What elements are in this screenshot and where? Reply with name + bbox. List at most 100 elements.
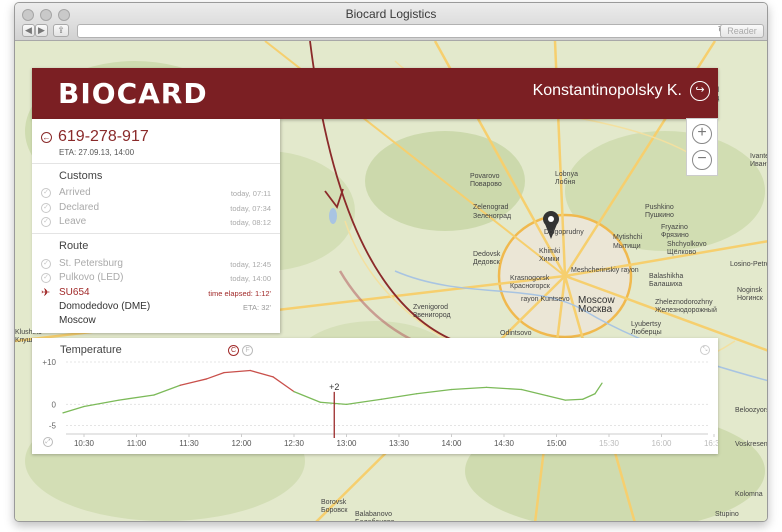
x-tick-label: 14:00 bbox=[441, 439, 462, 448]
map-label: Zvenigorod bbox=[413, 304, 449, 311]
y-tick-label: +10 bbox=[42, 358, 56, 367]
marker-label: +2 bbox=[329, 382, 339, 392]
check-icon: ✓ bbox=[41, 273, 51, 283]
map-label: Beloozyorsky bbox=[735, 407, 767, 414]
title-bar: Biocard Logistics ◀ ▶ ⇪ ↻ Reader bbox=[15, 3, 767, 41]
x-tick-label: 15:30 bbox=[599, 439, 620, 448]
y-tick-label: 0 bbox=[52, 400, 57, 409]
temperature-line-segment bbox=[293, 390, 321, 403]
temperature-line-segment bbox=[594, 382, 603, 395]
customs-item-time: today, 07:34 bbox=[230, 204, 271, 213]
app-header: BIOCARD Konstantinopolsky K. ↪ bbox=[32, 68, 718, 119]
map-label: Звенигород bbox=[413, 312, 451, 319]
x-tick-label: 12:30 bbox=[284, 439, 305, 448]
map-label: Балашиха bbox=[649, 281, 683, 288]
biocard-logo[interactable]: BIOCARD bbox=[58, 77, 208, 110]
map-label: Ivanteevka bbox=[750, 153, 767, 160]
expand-icon[interactable]: ⤢ bbox=[43, 437, 53, 447]
temperature-line-segment bbox=[415, 388, 453, 395]
map-label: Povarovo bbox=[470, 173, 500, 180]
map-label: Фрязино bbox=[661, 232, 689, 239]
temperature-line-segment bbox=[223, 369, 251, 374]
logout-icon[interactable]: ↪ bbox=[690, 81, 710, 101]
map-label: Meshcherinskiy rayon bbox=[571, 267, 639, 274]
map-label: Дедовск bbox=[473, 259, 500, 266]
x-tick-label: 11:30 bbox=[179, 439, 199, 448]
check-icon: ✓ bbox=[41, 203, 51, 213]
route-item-label: St. Petersburg bbox=[59, 258, 123, 269]
map-label: Железнодорожный bbox=[655, 307, 717, 314]
temperature-panel: Temperature C F ⤡ +10 0 -5 10:30 11:00 11:30 1… bbox=[32, 338, 718, 454]
map-label: Noginsk bbox=[737, 287, 763, 294]
temperature-line-segment bbox=[83, 399, 120, 408]
zoom-in-button[interactable]: + bbox=[692, 124, 712, 144]
check-icon: ✓ bbox=[41, 259, 51, 269]
map-label: Losino-Petrovsky bbox=[730, 261, 767, 268]
x-tick-label: 15:00 bbox=[546, 439, 567, 448]
reader-button[interactable]: Reader bbox=[720, 24, 764, 38]
customs-item-label: Arrived bbox=[59, 187, 91, 198]
map-label: Москва bbox=[578, 304, 613, 315]
temperature-line-segment bbox=[547, 395, 566, 401]
address-bar[interactable]: ↻ bbox=[77, 24, 733, 38]
check-icon: ✓ bbox=[41, 188, 51, 198]
temperature-line-segment bbox=[319, 401, 348, 406]
temperature-line-segment bbox=[450, 386, 488, 391]
map-label: Боровск bbox=[321, 507, 348, 514]
route-item-label: SU654 bbox=[59, 287, 90, 298]
temperature-line-segment bbox=[520, 388, 549, 397]
map-label: Mytishchi bbox=[613, 234, 643, 241]
customs-item-arrived: ✓ Arrived today, 07:11 bbox=[41, 187, 271, 201]
map-label: Балабаново bbox=[355, 519, 395, 521]
route-item-time: today, 14:00 bbox=[230, 274, 271, 283]
divider bbox=[32, 163, 280, 164]
airplane-icon: ✈ bbox=[41, 287, 51, 299]
map-label: Ногинск bbox=[737, 295, 763, 302]
map-label: Kolomna bbox=[735, 491, 763, 498]
route-title: Route bbox=[59, 240, 89, 252]
map-label: Khimki bbox=[539, 248, 561, 255]
window-title: Biocard Logistics bbox=[345, 7, 437, 21]
x-tick-label: 13:00 bbox=[336, 439, 357, 448]
map-label: Zelenograd bbox=[473, 204, 509, 211]
forward-button[interactable]: ▶ bbox=[35, 24, 48, 37]
share-button[interactable]: ⇪ bbox=[53, 24, 69, 37]
map-label: Люберцы bbox=[631, 329, 662, 336]
back-arrow-icon[interactable]: ← bbox=[41, 132, 52, 143]
map-label: Borovsk bbox=[321, 499, 347, 506]
temperature-line-segment bbox=[380, 393, 418, 400]
map-label: Щёлково bbox=[667, 249, 697, 256]
map-label: rayon Kuntsevo bbox=[521, 296, 570, 303]
user-name[interactable]: Konstantinopolsky K. bbox=[533, 82, 682, 100]
customs-item-time: today, 08:12 bbox=[230, 218, 271, 227]
map-label: Пушкино bbox=[645, 212, 674, 219]
map-label: Лобня bbox=[555, 179, 576, 186]
x-tick-label: 13:30 bbox=[389, 439, 410, 448]
shipment-eta: ETA: 27.09.13, 14:00 bbox=[59, 148, 135, 157]
x-tick-label: 14:30 bbox=[494, 439, 515, 448]
x-tick-label: 16:00 bbox=[651, 439, 672, 448]
route-item-time: ETA: 32' bbox=[243, 303, 271, 312]
check-icon: ✓ bbox=[41, 217, 51, 227]
customs-title: Customs bbox=[59, 170, 103, 182]
route-item-flight[interactable]: ✈ SU654 time elapsed: 1:12' bbox=[41, 287, 271, 301]
temperature-line-segment bbox=[179, 378, 208, 386]
back-button[interactable]: ◀ bbox=[22, 24, 35, 37]
temperature-line-segment bbox=[118, 394, 155, 401]
route-item-label: Pulkovo (LED) bbox=[59, 272, 124, 283]
map-label: Pushkino bbox=[645, 204, 674, 211]
map-label: Voskresensk bbox=[735, 441, 768, 448]
route-item-domodedovo: Domodedovo (DME) ETA: 32' bbox=[41, 301, 271, 315]
temperature-chart[interactable]: +10 0 -5 10:30 11:00 11:30 12:00 12:30 13:00 13:3… bbox=[32, 338, 718, 454]
map-label: Поварово bbox=[470, 181, 502, 188]
temperature-line-segment bbox=[485, 386, 523, 391]
map-label: Dedovsk bbox=[473, 251, 501, 258]
shipment-panel: ← 619-278-917 ETA: 27.09.13, 14:00 Custo… bbox=[32, 119, 280, 333]
customs-item-leave: ✓ Leave today, 08:12 bbox=[41, 216, 271, 230]
temperature-line-segment bbox=[345, 398, 383, 406]
temperature-line-segment bbox=[205, 371, 225, 380]
customs-item-time: today, 07:11 bbox=[230, 189, 271, 198]
map-label: Химки bbox=[539, 256, 560, 263]
zoom-out-button[interactable]: − bbox=[692, 150, 712, 170]
map-label: Lobnya bbox=[555, 171, 578, 178]
